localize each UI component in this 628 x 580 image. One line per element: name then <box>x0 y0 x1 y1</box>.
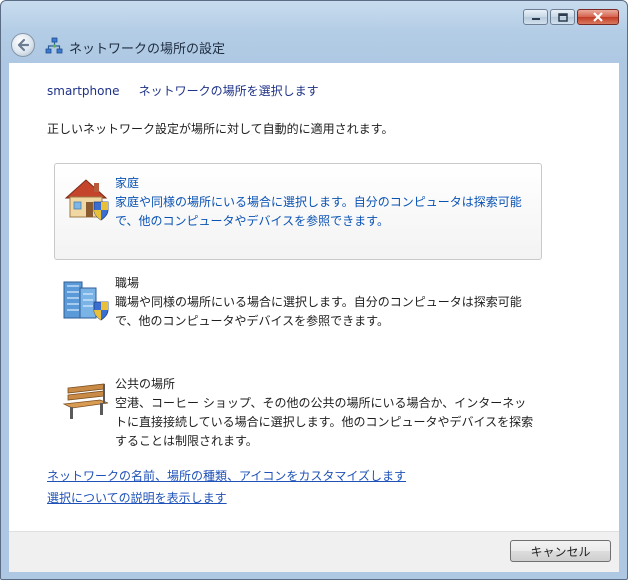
maximize-button[interactable] <box>550 9 575 25</box>
minimize-icon <box>531 18 540 20</box>
option-public-description: 空港、コーヒー ショップ、その他の公共の場所にいる場合か、インターネットに直接接… <box>115 396 534 448</box>
option-work-description: 職場や同様の場所にいる場合に選択します。自分のコンピュータは探索可能で、他のコン… <box>115 295 522 328</box>
option-work-title: 職場 <box>115 276 140 290</box>
title-bar[interactable] <box>1 1 627 31</box>
option-public[interactable]: 公共の場所 空港、コーヒー ショップ、その他の公共の場所にいる場合か、インターネ… <box>54 364 542 464</box>
page-heading: smartphone ネットワークの場所を選択します <box>47 82 319 99</box>
instruction-text: ネットワークの場所を選択します <box>138 84 319 98</box>
option-home[interactable]: 家庭 家庭や同様の場所にいる場合に選択します。自分のコンピュータは探索可能で、他… <box>54 163 542 260</box>
office-building-icon <box>63 281 109 321</box>
content-area: smartphone ネットワークの場所を選択します 正しいネットワーク設定が場… <box>9 63 619 531</box>
cancel-button[interactable]: キャンセル <box>510 540 611 562</box>
window-title: ネットワークの場所の設定 <box>69 42 226 57</box>
option-home-title: 家庭 <box>115 176 140 190</box>
navigation-bar: ネットワークの場所の設定 <box>1 31 627 63</box>
close-icon <box>593 12 603 22</box>
house-icon <box>64 179 109 221</box>
customize-link[interactable]: ネットワークの名前、場所の種類、アイコンをカスタマイズします <box>47 467 406 484</box>
network-icon <box>45 37 63 54</box>
network-name: smartphone <box>47 84 120 98</box>
footer-bar: キャンセル <box>9 531 619 572</box>
back-button[interactable] <box>11 33 35 57</box>
close-button[interactable] <box>577 9 619 25</box>
minimize-button[interactable] <box>523 9 548 25</box>
dialog-window: ネットワークの場所の設定 smartphone ネットワークの場所を選択します … <box>0 0 628 580</box>
option-home-description: 家庭や同様の場所にいる場合に選択します。自分のコンピュータは探索可能で、他のコン… <box>115 195 522 228</box>
option-public-title: 公共の場所 <box>115 377 176 391</box>
description-text: 正しいネットワーク設定が場所に対して自動的に適用されます。 <box>47 122 394 136</box>
help-link[interactable]: 選択についての説明を表示します <box>47 489 227 506</box>
maximize-icon <box>557 12 568 22</box>
option-work[interactable]: 職場 職場や同様の場所にいる場合に選択します。自分のコンピュータは探索可能で、他… <box>54 263 542 360</box>
park-bench-icon <box>62 383 109 419</box>
caption-buttons <box>523 9 619 25</box>
back-arrow-icon <box>17 38 30 52</box>
